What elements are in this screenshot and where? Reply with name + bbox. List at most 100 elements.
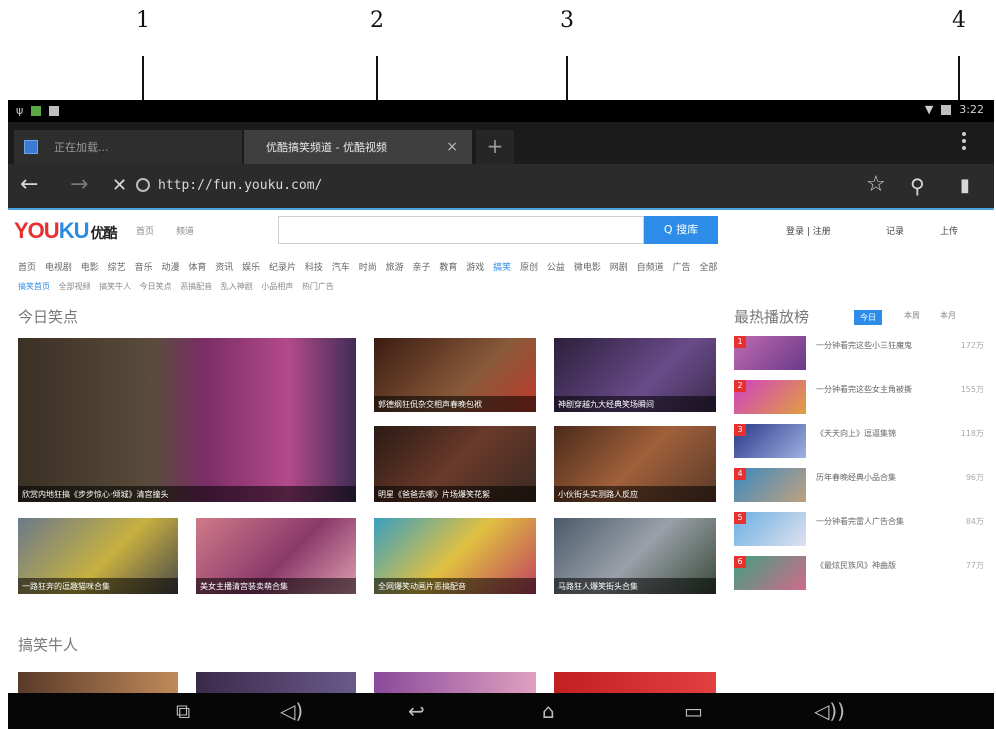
- nav-item[interactable]: 网剧: [610, 263, 628, 273]
- video-thumbnail[interactable]: 小伙街头实测路人反应: [554, 426, 716, 502]
- overflow-menu-icon[interactable]: [962, 132, 968, 150]
- tab-youku[interactable]: 优酷搞笑频道 - 优酷视频 ×: [244, 130, 472, 164]
- tab-loading[interactable]: 正在加载...: [14, 130, 242, 164]
- header-link-channels[interactable]: 频道: [176, 224, 194, 237]
- video-caption: 神剧穿越九大经典笑场瞬间: [554, 396, 716, 412]
- ranking-title-text: 《最炫民族风》神曲版: [816, 561, 896, 570]
- nav-item[interactable]: 动漫: [161, 263, 179, 273]
- video-thumbnail[interactable]: 神剧穿越九大经典笑场瞬间: [554, 338, 716, 412]
- nav-item[interactable]: 微电影: [574, 263, 601, 273]
- recent-apps-icon[interactable]: ▭: [684, 699, 703, 723]
- upload-link[interactable]: 上传: [940, 224, 958, 237]
- rank-tab-week[interactable]: 本周: [904, 310, 920, 321]
- video-thumbnail[interactable]: [554, 672, 716, 693]
- close-tab-icon[interactable]: ×: [446, 139, 458, 155]
- nav-item[interactable]: 音乐: [135, 263, 153, 273]
- sub-nav-item-active[interactable]: 搞笑首页: [18, 282, 50, 291]
- nav-item[interactable]: 原创: [520, 263, 538, 273]
- ranking-item[interactable]: 2 一分钟看完这些女主角被撕 155万: [734, 380, 984, 414]
- history-link[interactable]: 记录: [886, 224, 904, 237]
- sub-nav-item[interactable]: 恶搞配音: [180, 282, 212, 291]
- nav-item[interactable]: 资讯: [215, 263, 233, 273]
- rank-number: 4: [734, 468, 746, 480]
- video-thumbnail[interactable]: [374, 672, 536, 693]
- nav-item[interactable]: 科技: [305, 263, 323, 273]
- sub-nav-item[interactable]: 搞笑牛人: [99, 282, 131, 291]
- youku-logo[interactable]: YOUKU 优酷: [14, 218, 117, 244]
- nav-item[interactable]: 电视剧: [45, 263, 72, 273]
- video-thumbnail[interactable]: 一路狂奔的逗趣猫咪合集: [18, 518, 178, 594]
- video-thumbnail[interactable]: 马路狂人爆笑街头合集: [554, 518, 716, 594]
- video-thumbnail-featured[interactable]: 欣赏内地狂搞《步步惊心·倾城》清宫撞头: [18, 338, 356, 502]
- callout-2: 2: [370, 8, 384, 33]
- volume-down-icon[interactable]: ◁): [280, 699, 303, 723]
- rank-tab-month[interactable]: 本月: [940, 310, 956, 321]
- header-link-home[interactable]: 首页: [136, 224, 154, 237]
- nav-item[interactable]: 纪录片: [269, 263, 296, 273]
- nav-item[interactable]: 体育: [188, 263, 206, 273]
- sub-nav-item[interactable]: 全部视频: [59, 282, 91, 291]
- video-thumbnail[interactable]: 明星《爸爸去哪》片场爆笑花絮: [374, 426, 536, 502]
- video-thumbnail[interactable]: 美女主播清宫装卖萌合集: [196, 518, 356, 594]
- search-button[interactable]: Q 搜库: [644, 216, 718, 244]
- home-nav-icon[interactable]: ⌂: [542, 699, 555, 723]
- video-thumbnail[interactable]: 全网爆笑动画片恶搞配音: [374, 518, 536, 594]
- site-info-icon[interactable]: [136, 178, 150, 192]
- tablet-screen: ψ ▼ 3:22 正在加载... 优酷搞笑频道 - 优酷视频 × + ← → ✕…: [8, 100, 994, 729]
- status-bar: ψ ▼ 3:22: [8, 100, 994, 122]
- video-caption: 欣赏内地狂搞《步步惊心·倾城》清宫撞头: [18, 486, 356, 502]
- ranking-item[interactable]: 4 历年春晚经典小品合集 96万: [734, 468, 984, 502]
- ranking-item[interactable]: 1 一分钟看完这些小三狂魔鬼 172万: [734, 336, 984, 370]
- nav-item[interactable]: 旅游: [386, 263, 404, 273]
- url-field[interactable]: http://fun.youku.com/: [158, 178, 322, 193]
- nav-item[interactable]: 电影: [81, 263, 99, 273]
- nav-item[interactable]: 教育: [439, 263, 457, 273]
- rank-number: 3: [734, 424, 746, 436]
- nav-item[interactable]: 游戏: [466, 263, 484, 273]
- search-icon[interactable]: ⚲: [910, 174, 925, 198]
- nav-item[interactable]: 综艺: [108, 263, 126, 273]
- back-nav-icon[interactable]: ↩: [408, 699, 425, 723]
- sub-nav: 搞笑首页 全部视频 搞笑牛人 今日笑点 恶搞配音 乱入神剧 小品相声 热门广告: [18, 281, 334, 292]
- ranking-item[interactable]: 6 《最炫民族风》神曲版 77万: [734, 556, 984, 590]
- sub-nav-item[interactable]: 今日笑点: [140, 282, 172, 291]
- sub-nav-item[interactable]: 乱入神剧: [221, 282, 253, 291]
- rank-tab-today[interactable]: 今日: [854, 310, 882, 325]
- nav-item[interactable]: 公益: [547, 263, 565, 273]
- tab-title: 正在加载...: [54, 141, 109, 154]
- nav-item[interactable]: 广告: [672, 263, 690, 273]
- login-link[interactable]: 登录 | 注册: [786, 224, 831, 237]
- ranking-title-text: 一分钟看完这些小三狂魔鬼: [816, 341, 912, 350]
- new-tab-button[interactable]: +: [476, 130, 514, 164]
- search-input[interactable]: [278, 216, 644, 244]
- battery-icon: [941, 104, 952, 115]
- ranking-item[interactable]: 5 一分钟看完雷人广告合集 84万: [734, 512, 984, 546]
- nav-item[interactable]: 娱乐: [242, 263, 260, 273]
- back-button[interactable]: ←: [20, 172, 38, 197]
- nav-item[interactable]: 首页: [18, 263, 36, 273]
- nav-item[interactable]: 时尚: [359, 263, 377, 273]
- callout-3: 3: [560, 8, 574, 33]
- screenshot-icon[interactable]: ⧉: [176, 699, 190, 723]
- video-thumbnail[interactable]: 郭德纲狂侃杂交相声春晚包袱: [374, 338, 536, 412]
- sub-nav-item[interactable]: 热门广告: [302, 282, 334, 291]
- nav-item[interactable]: 亲子: [412, 263, 430, 273]
- nav-item[interactable]: 自频道: [637, 263, 664, 273]
- sub-nav-item[interactable]: 小品相声: [261, 282, 293, 291]
- address-bar: ← → ✕ http://fun.youku.com/ ☆ ⚲ ▮: [8, 164, 994, 210]
- nav-item[interactable]: 全部: [699, 263, 717, 273]
- video-caption: 郭德纲狂侃杂交相声春晚包袱: [374, 396, 536, 412]
- forward-button[interactable]: →: [70, 172, 88, 197]
- bookmark-star-icon[interactable]: ☆: [866, 172, 886, 197]
- video-caption: 马路狂人爆笑街头合集: [554, 578, 716, 594]
- video-caption: 明星《爸爸去哪》片场爆笑花絮: [374, 486, 536, 502]
- volume-up-icon[interactable]: ◁)): [814, 699, 845, 723]
- nav-item[interactable]: 汽车: [332, 263, 350, 273]
- bookmarks-icon[interactable]: ▮: [960, 175, 970, 196]
- ranking-item[interactable]: 3 《天天向上》逗逼集锦 118万: [734, 424, 984, 458]
- stop-loading-button[interactable]: ✕: [112, 175, 127, 196]
- ranking-count: 118万: [960, 429, 984, 438]
- nav-item-active[interactable]: 搞笑: [493, 263, 511, 273]
- video-thumbnail[interactable]: [196, 672, 356, 693]
- video-thumbnail[interactable]: [18, 672, 178, 693]
